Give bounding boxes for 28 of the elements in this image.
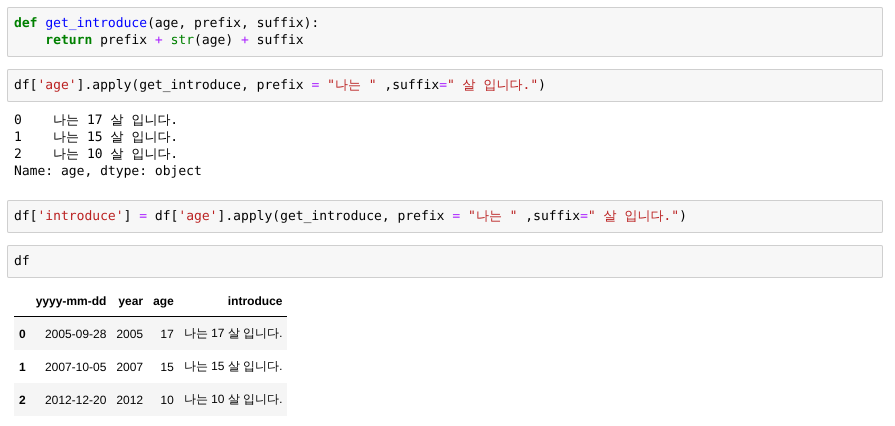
row-index: 0 — [14, 316, 31, 350]
table-cell: 2007 — [111, 350, 148, 383]
code-line: df — [14, 253, 31, 270]
code-cell[interactable]: def get_introduce(age, prefix, suffix): return prefix + str(age) + suffix — [7, 7, 883, 57]
table-cell: 10 — [148, 383, 179, 416]
code-line: def get_introduce(age, prefix, suffix): — [14, 15, 320, 32]
code-line: df['age'].apply(get_introduce, prefix = "나는 " ,suffix=" 살 입니다.") — [14, 77, 547, 94]
table-cell: 나는 10 살 입니다. — [178, 383, 288, 416]
output-line: 0 나는 17 살 입니다. — [14, 112, 180, 129]
code-cell[interactable]: df['age'].apply(get_introduce, prefix = "나는 " ,suffix=" 살 입니다.") — [7, 69, 883, 102]
table-cell: 17 — [148, 316, 179, 350]
table-cell: 15 — [148, 350, 179, 383]
code-cell[interactable]: df — [7, 245, 883, 278]
table-cell: 나는 17 살 입니다. — [178, 316, 288, 350]
output-line: 2 나는 10 살 입니다. — [14, 146, 180, 163]
row-index: 1 — [14, 350, 31, 383]
code-line: return prefix + str(age) + suffix — [44, 32, 305, 49]
output-line: Name: age, dtype: object — [14, 163, 203, 180]
code-line: df['introduce'] = df['age'].apply(get_introduce, prefix = "나는 " ,suffix=" 살 입니다.") — [14, 208, 688, 225]
row-index: 2 — [14, 383, 31, 416]
output-line: 1 나는 15 살 입니다. — [14, 129, 180, 146]
table-cell: 나는 15 살 입니다. — [178, 350, 288, 383]
code-cell[interactable]: df['introduce'] = df['age'].apply(get_introduce, prefix = "나는 " ,suffix=" 살 입니다.") — [7, 200, 883, 233]
table-cell: 2005-09-28 — [30, 316, 112, 350]
table-cell: 2007-10-05 — [30, 350, 112, 383]
table-cell: 2012 — [111, 383, 148, 416]
table-cell: 2012-12-20 — [30, 383, 112, 416]
table-cell: 2005 — [111, 316, 148, 350]
